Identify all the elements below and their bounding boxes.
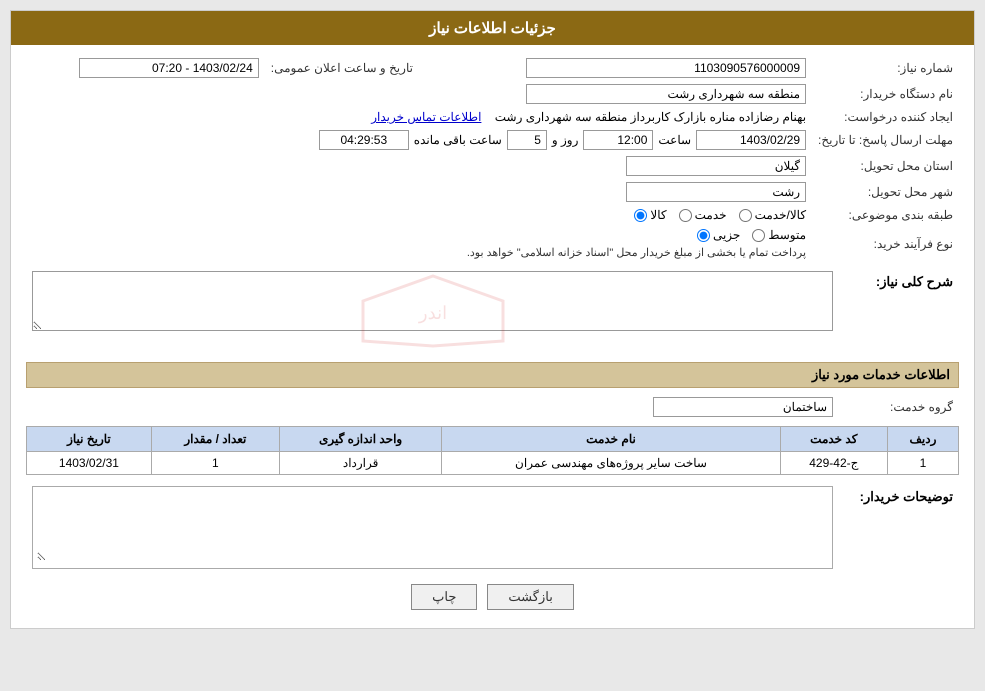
category-option-kala-khedmat[interactable]: کالا/خدمت [739,208,806,222]
table-row: 1ج-42-429ساخت سایر پروژه‌های مهندسی عمرا… [27,452,959,475]
remaining-label: ساعت باقی مانده [414,133,502,147]
page-wrapper: جزئیات اطلاعات نیاز شماره نیاز: تاریخ و … [10,10,975,629]
category-option-kala[interactable]: کالا [634,208,666,222]
category-radio-group: کالا/خدمت خدمت کالا [32,208,806,222]
description-textarea[interactable] [32,271,833,331]
announce-date-input[interactable] [79,58,259,78]
description-table: شرح کلی نیاز: اندر [26,268,959,354]
comments-textarea[interactable] [37,491,828,561]
remaining-value: 04:29:53 [319,130,409,150]
city-label: شهر محل تحویل: [812,179,959,205]
cell-date: 1403/02/31 [27,452,152,475]
col-code: کد خدمت [780,427,887,452]
need-number-label: شماره نیاز: [812,55,959,81]
category-kala-khedmat-label: کالا/خدمت [755,208,806,222]
province-cell [449,153,812,179]
services-section-header: اطلاعات خدمات مورد نیاز [26,362,959,388]
process-jozi-label: جزیی [713,228,740,242]
need-number-input[interactable] [526,58,806,78]
response-date-input[interactable] [696,130,806,150]
response-time-input[interactable] [583,130,653,150]
response-deadline-label: مهلت ارسال پاسخ: تا تاریخ: [812,127,959,153]
process-option-jozi[interactable]: جزیی [697,228,740,242]
response-deadline-cell: ساعت روز و ساعت باقی مانده 04:29:53 [26,127,812,153]
city-input[interactable] [626,182,806,202]
comments-label: توضیحات خریدار: [860,489,953,504]
province-label: استان محل تحویل: [812,153,959,179]
cell-qty: 1 [151,452,279,475]
col-row: ردیف [887,427,958,452]
col-unit: واحد اندازه گیری [279,427,441,452]
process-type-label: نوع فرآیند خرید: [812,225,959,262]
description-label-cell: شرح کلی نیاز: [839,268,959,354]
buyer-org-input[interactable] [526,84,806,104]
category-cell: کالا/خدمت خدمت کالا [26,205,812,225]
process-note-text: پرداخت تمام یا بخشی از مبلغ خریدار محل "… [467,247,806,259]
col-date: تاریخ نیاز [27,427,152,452]
page-title: جزئیات اطلاعات نیاز [11,11,974,45]
buyer-org-label: نام دستگاه خریدار: [812,81,959,107]
process-type-cell: متوسط جزیی پرداخت تمام یا بخشی از مبلغ خ… [26,225,812,262]
comments-value-cell [26,483,839,572]
service-group-label: گروه خدمت: [839,394,959,420]
city-cell [449,179,812,205]
comments-table: توضیحات خریدار: [26,483,959,572]
cell-unit: قرارداد [279,452,441,475]
announce-date-label: تاریخ و ساعت اعلان عمومی: [265,55,419,81]
content-area: شماره نیاز: تاریخ و ساعت اعلان عمومی: نا… [11,45,974,628]
process-motavaset-label: متوسط [768,228,806,242]
process-radio-motavaset[interactable] [752,229,765,242]
process-note: پرداخت تمام یا بخشی از مبلغ خریدار محل "… [32,245,806,259]
process-radio-jozi[interactable] [697,229,710,242]
comments-label-cell: توضیحات خریدار: [839,483,959,572]
description-area: اندر [32,271,833,351]
info-table: شماره نیاز: تاریخ و ساعت اعلان عمومی: نا… [26,55,959,262]
response-days-label: روز و [552,133,579,147]
creator-cell: بهنام رضازاده مناره بازارک کاربرداز منطق… [26,107,812,127]
category-option-khedmat[interactable]: خدمت [679,208,727,222]
description-label: شرح کلی نیاز: [876,274,953,289]
creator-label: ایجاد کننده درخواست: [812,107,959,127]
response-days-input[interactable] [507,130,547,150]
need-number-cell [449,55,812,81]
category-kala-label: کالا [650,208,666,222]
back-button[interactable]: بازگشت [487,584,573,610]
col-qty: تعداد / مقدار [151,427,279,452]
process-option-motavaset[interactable]: متوسط [752,228,806,242]
cell-row: 1 [887,452,958,475]
province-input[interactable] [626,156,806,176]
service-group-table: گروه خدمت: [26,394,959,420]
response-row: ساعت روز و ساعت باقی مانده 04:29:53 [32,130,806,150]
category-radio-kala[interactable] [634,209,647,222]
category-khedmat-label: خدمت [695,208,727,222]
contact-link[interactable]: اطلاعات تماس خریدار [371,110,481,124]
response-time-label: ساعت [658,133,691,147]
description-value-cell: اندر [26,268,839,354]
service-items-table: ردیف کد خدمت نام خدمت واحد اندازه گیری ت… [26,426,959,475]
col-name: نام خدمت [442,427,780,452]
buyer-org-cell [449,81,812,107]
print-button[interactable]: چاپ [411,584,477,610]
buttons-row: بازگشت چاپ [26,584,959,610]
announce-date-cell [26,55,265,81]
service-group-input[interactable] [653,397,833,417]
cell-code: ج-42-429 [780,452,887,475]
category-radio-khedmat[interactable] [679,209,692,222]
category-radio-kala-khedmat[interactable] [739,209,752,222]
comments-wrapper [32,486,833,569]
process-radio-group: متوسط جزیی [32,228,806,242]
creator-value: بهنام رضازاده مناره بازارک کاربرداز منطق… [495,110,806,124]
category-label: طبقه بندی موضوعی: [812,205,959,225]
service-group-cell [26,394,839,420]
cell-name: ساخت سایر پروژه‌های مهندسی عمران [442,452,780,475]
